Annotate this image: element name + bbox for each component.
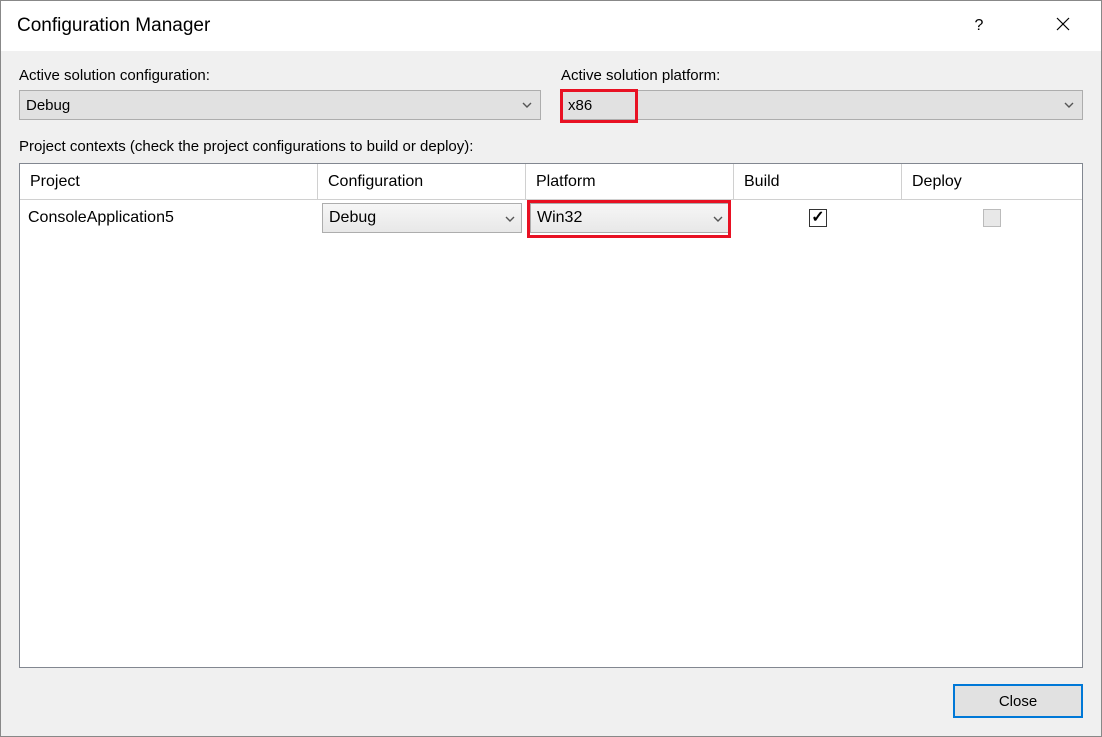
- help-icon[interactable]: ?: [957, 17, 1001, 35]
- row-configuration-value: Debug: [329, 209, 376, 227]
- close-icon[interactable]: [1041, 17, 1085, 36]
- close-button[interactable]: Close: [953, 684, 1083, 718]
- row-platform-dropdown[interactable]: Win32: [530, 203, 730, 233]
- deploy-checkbox: [983, 209, 1001, 227]
- column-header-configuration[interactable]: Configuration: [318, 164, 526, 199]
- build-checkbox[interactable]: ✓: [809, 209, 827, 227]
- chevron-down-icon: [713, 209, 723, 227]
- chevron-down-icon: [522, 100, 532, 110]
- active-platform-label: Active solution platform:: [561, 67, 1083, 84]
- chevron-down-icon: [505, 209, 515, 227]
- project-name-cell: ConsoleApplication5: [20, 200, 318, 236]
- window-title: Configuration Manager: [17, 15, 210, 37]
- project-contexts-table: Project Configuration Platform Build Dep…: [19, 163, 1083, 668]
- active-config-label: Active solution configuration:: [19, 67, 541, 84]
- column-header-project[interactable]: Project: [20, 164, 318, 199]
- active-config-value: Debug: [26, 97, 70, 114]
- active-platform-dropdown[interactable]: x86: [561, 90, 1083, 120]
- chevron-down-icon: [1064, 100, 1074, 110]
- table-row: ConsoleApplication5 Debug Win32: [20, 200, 1082, 236]
- active-config-dropdown[interactable]: Debug: [19, 90, 541, 120]
- column-header-platform[interactable]: Platform: [526, 164, 734, 199]
- row-configuration-dropdown[interactable]: Debug: [322, 203, 522, 233]
- column-header-build[interactable]: Build: [734, 164, 902, 199]
- active-platform-value: x86: [568, 97, 592, 114]
- table-header: Project Configuration Platform Build Dep…: [20, 164, 1082, 200]
- row-platform-value: Win32: [537, 209, 582, 227]
- column-header-deploy[interactable]: Deploy: [902, 164, 1082, 199]
- project-contexts-label: Project contexts (check the project conf…: [19, 138, 1083, 155]
